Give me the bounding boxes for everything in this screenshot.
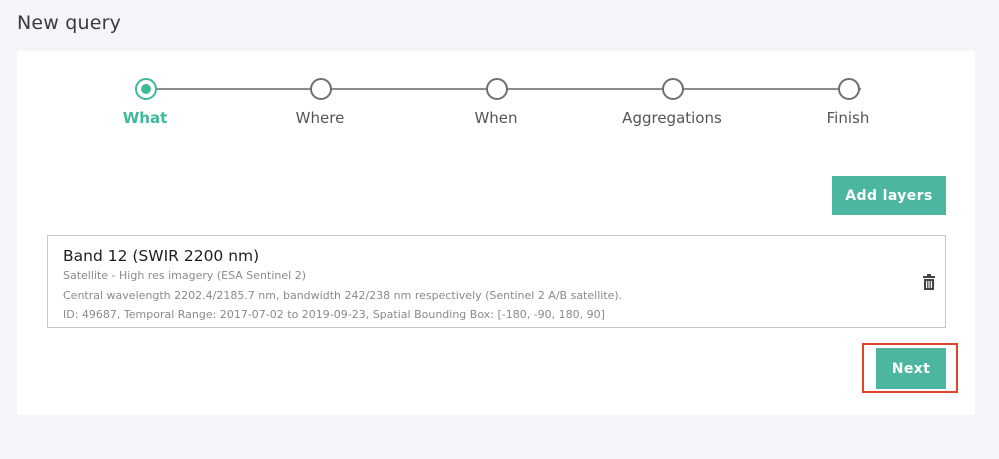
layer-title: Band 12 (SWIR 2200 nm) [63, 247, 260, 265]
step-aggregations-indicator[interactable] [662, 78, 684, 100]
step-where-indicator[interactable] [310, 78, 332, 100]
add-layers-button[interactable]: Add layers [832, 176, 946, 215]
page-title: New query [17, 12, 122, 34]
step-finish-indicator[interactable] [838, 78, 860, 100]
step-aggregations-label[interactable]: Aggregations [622, 109, 722, 127]
query-card: What Where When Aggregations Finish Add … [17, 51, 975, 415]
layer-details: ID: 49687, Temporal Range: 2017-07-02 to… [63, 308, 605, 321]
stepper: What Where When Aggregations Finish [17, 51, 975, 171]
layer-description: Central wavelength 2202.4/2185.7 nm, ban… [63, 289, 623, 302]
layer-source: Satellite - High res imagery (ESA Sentin… [63, 269, 306, 282]
step-what-label[interactable]: What [123, 109, 168, 127]
step-when-label[interactable]: When [474, 109, 517, 127]
step-where-label[interactable]: Where [296, 109, 345, 127]
step-finish-label[interactable]: Finish [827, 109, 870, 127]
step-when-indicator[interactable] [486, 78, 508, 100]
trash-icon[interactable] [923, 274, 935, 290]
layer-item: Band 12 (SWIR 2200 nm) Satellite - High … [47, 235, 946, 328]
stepper-track [155, 88, 861, 90]
step-what-indicator[interactable] [135, 78, 157, 100]
next-button[interactable]: Next [876, 348, 946, 389]
